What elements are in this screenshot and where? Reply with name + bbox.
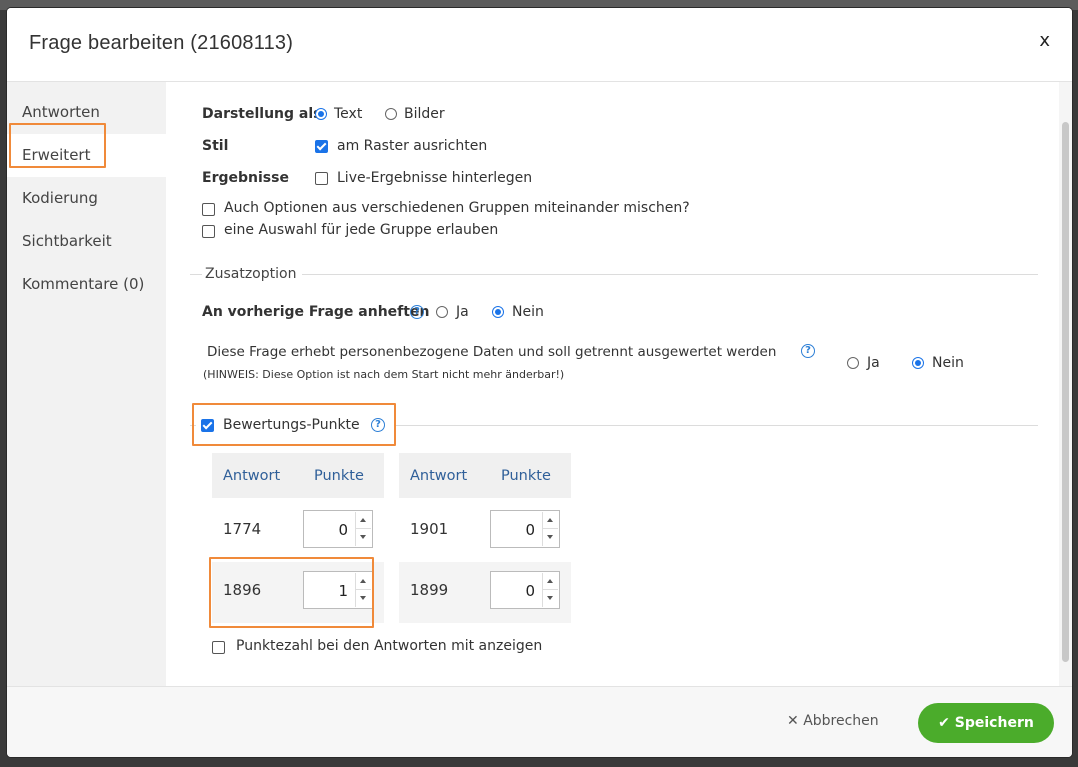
spin-up-icon[interactable]: [542, 512, 558, 529]
personal-data-hint: (HINWEIS: Diese Option ist nach dem Star…: [203, 368, 565, 381]
raster-label: am Raster ausrichten: [337, 138, 488, 154]
points-stepper[interactable]: 0: [490, 510, 560, 548]
answer-value: 1774: [223, 520, 262, 538]
points-stepper[interactable]: 0: [490, 571, 560, 609]
points-value: 1: [338, 582, 348, 600]
mix-groups-checkbox[interactable]: [202, 203, 215, 216]
col-answer-header: Antwort: [410, 468, 468, 484]
help-icon[interactable]: ?: [801, 344, 815, 358]
ergebnisse-label: Ergebnisse: [202, 170, 289, 186]
spin-up-icon[interactable]: [355, 512, 371, 529]
one-per-group-checkbox[interactable]: [202, 225, 215, 238]
answer-value: 1901: [410, 520, 449, 538]
personal-ja-radio[interactable]: [847, 357, 859, 369]
cancel-button[interactable]: ✕ Abbrechen: [787, 713, 879, 729]
dialog-footer: ✕ Abbrechen ✔ Speichern: [7, 686, 1072, 757]
spin-up-icon[interactable]: [542, 573, 558, 590]
attach-nein-label: Nein: [512, 304, 544, 320]
attach-previous-label: An vorherige Frage anheften: [202, 304, 430, 320]
sidebar-nav: Antworten Erweitert Kodierung Sichtbarke…: [7, 82, 166, 686]
darstellung-label: Darstellung als: [202, 106, 322, 122]
raster-checkbox[interactable]: [315, 140, 328, 153]
cancel-x-icon: ✕: [787, 713, 799, 729]
divider-zusatzoption: [302, 274, 1038, 275]
spin-down-icon[interactable]: [355, 529, 371, 546]
points-stepper[interactable]: 1: [303, 571, 373, 609]
dialog-title: Frage bearbeiten (21608113): [29, 32, 294, 54]
darstellung-bilder-label: Bilder: [404, 106, 445, 122]
help-icon[interactable]: ?: [371, 418, 385, 432]
close-icon[interactable]: x: [1039, 30, 1050, 51]
one-per-group-label: eine Auswahl für jede Gruppe erlauben: [224, 222, 499, 238]
col-points-header: Punkte: [314, 468, 364, 484]
col-answer-header: Antwort: [223, 468, 281, 484]
attach-ja-radio[interactable]: [436, 306, 448, 318]
col-points-header: Punkte: [501, 468, 551, 484]
spin-down-icon[interactable]: [355, 590, 371, 607]
save-button[interactable]: ✔ Speichern: [918, 703, 1054, 743]
checkmark-icon: ✔: [938, 715, 950, 731]
dialog-header: Frage bearbeiten (21608113) x: [7, 8, 1072, 82]
attach-ja-label: Ja: [456, 304, 469, 320]
sidebar-item-erweitert[interactable]: Erweitert: [7, 134, 166, 177]
answer-value: 1896: [223, 581, 262, 599]
personal-nein-radio[interactable]: [912, 357, 924, 369]
spin-up-icon[interactable]: [355, 573, 371, 590]
live-results-label: Live-Ergebnisse hinterlegen: [337, 170, 533, 186]
help-icon[interactable]: ?: [410, 305, 424, 319]
divider-left: [190, 274, 202, 275]
personal-ja-label: Ja: [867, 355, 880, 371]
stil-label: Stil: [202, 138, 229, 154]
zusatzoption-legend: Zusatzoption: [205, 266, 297, 282]
settings-content: Darstellung als Text Bilder Stil am Rast…: [166, 82, 1059, 686]
scrollbar-thumb[interactable]: [1062, 122, 1069, 662]
mix-groups-label: Auch Optionen aus verschiedenen Gruppen …: [224, 200, 690, 216]
show-points-label: Punktezahl bei den Antworten mit anzeige…: [236, 638, 543, 654]
divider-points-left: [190, 425, 196, 426]
sidebar-item-antworten[interactable]: Antworten: [7, 91, 166, 134]
spin-down-icon[interactable]: [542, 590, 558, 607]
sidebar-item-sichtbarkeit[interactable]: Sichtbarkeit: [7, 220, 166, 263]
darstellung-bilder-radio[interactable]: [385, 108, 397, 120]
darstellung-text-label: Text: [334, 106, 363, 122]
save-label: Speichern: [954, 715, 1034, 731]
answer-value: 1899: [410, 581, 449, 599]
spin-down-icon[interactable]: [542, 529, 558, 546]
personal-data-label: Diese Frage erhebt personenbezogene Date…: [207, 344, 777, 360]
points-stepper[interactable]: 0: [303, 510, 373, 548]
sidebar-item-kommentare[interactable]: Kommentare (0): [7, 263, 166, 306]
darstellung-text-radio[interactable]: [315, 108, 327, 120]
divider-points-right: [396, 425, 1038, 426]
points-value: 0: [525, 582, 535, 600]
cancel-label: Abbrechen: [803, 713, 879, 729]
show-points-checkbox[interactable]: [212, 641, 225, 654]
live-results-checkbox[interactable]: [315, 172, 328, 185]
scrollbar[interactable]: [1059, 82, 1072, 686]
rating-points-label: Bewertungs-Punkte: [223, 417, 360, 433]
edit-question-dialog: Frage bearbeiten (21608113) x Antworten …: [7, 8, 1072, 757]
attach-nein-radio[interactable]: [492, 306, 504, 318]
points-value: 0: [338, 521, 348, 539]
points-value: 0: [525, 521, 535, 539]
sidebar-item-kodierung[interactable]: Kodierung: [7, 177, 166, 220]
personal-nein-label: Nein: [932, 355, 964, 371]
rating-points-checkbox[interactable]: [201, 419, 214, 432]
